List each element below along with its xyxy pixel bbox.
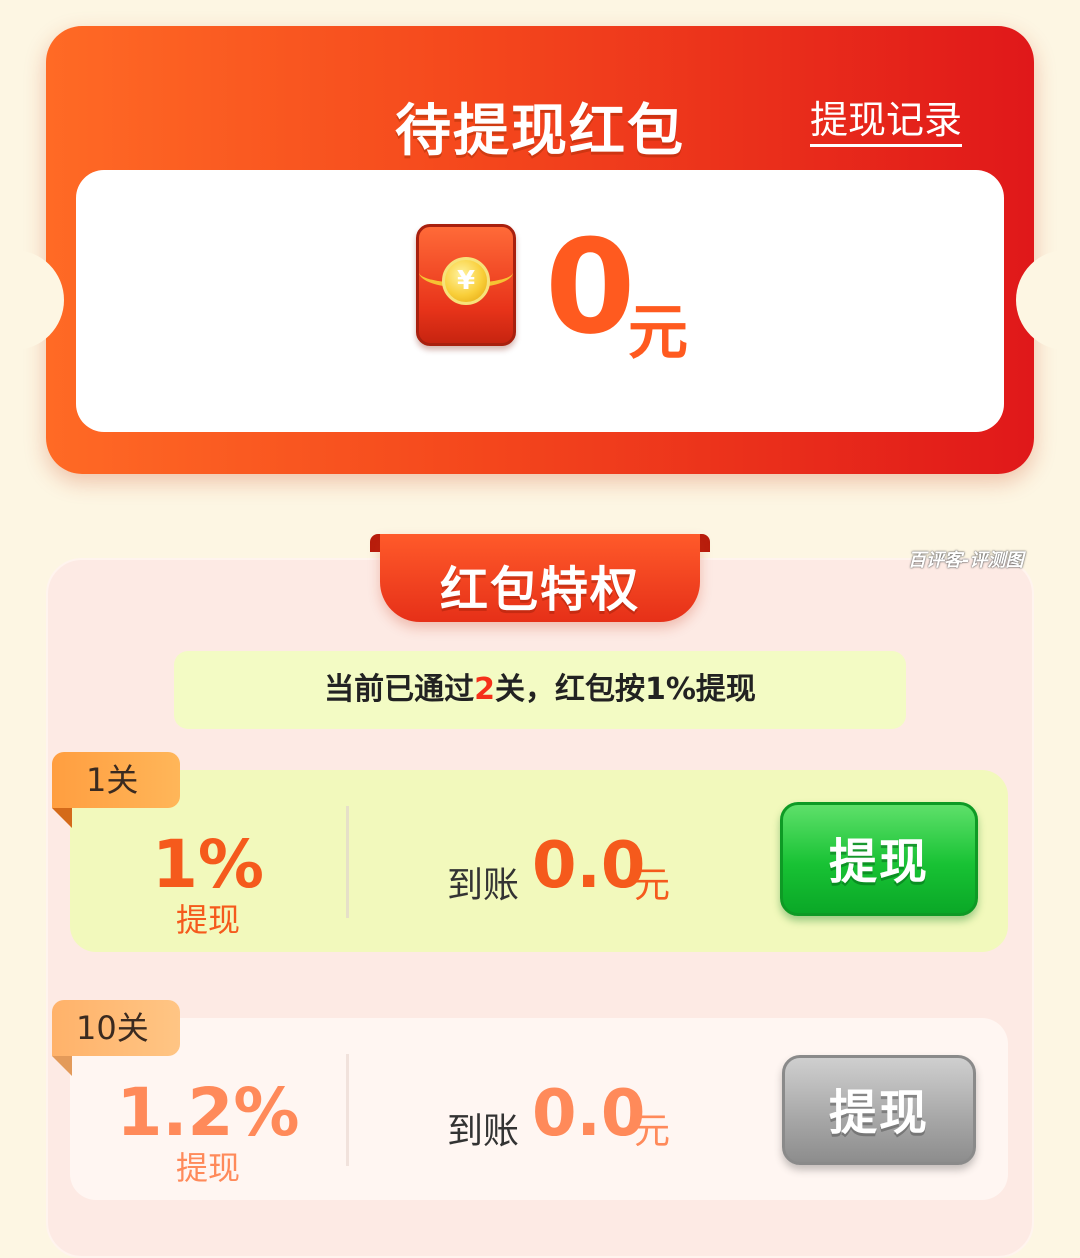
level-10-arrive-value: 0.0 — [532, 1077, 646, 1151]
yuan-coin-icon: ¥ — [442, 257, 490, 305]
privilege-title: 红包特权 — [439, 562, 640, 618]
balance-amount: 0 — [545, 211, 636, 363]
status-suffix: 关，红包按1%提现 — [494, 672, 756, 707]
level-1-percent: 1% — [151, 826, 265, 903]
level-tab-tail-10 — [52, 1056, 72, 1076]
status-level-count: 2 — [474, 672, 495, 707]
level-1-percent-label: 提现 — [175, 901, 240, 939]
level-tab-1: 1关 — [52, 752, 180, 808]
status-prefix: 当前已通过 — [324, 672, 475, 707]
red-packet-icon: ¥ — [416, 224, 516, 346]
level-10-percent: 1.2% — [116, 1074, 300, 1151]
level-10-percent-label: 提现 — [175, 1149, 240, 1187]
level-1-divider — [346, 806, 349, 918]
withdraw-button-level-1[interactable]: 提现 — [780, 802, 978, 916]
balance-ticket — [76, 170, 1004, 432]
level-tab-10: 10关 — [52, 1000, 180, 1056]
level-10-arrive-label: 到账 — [447, 1111, 520, 1152]
level-1-arrive-unit: 元 — [634, 865, 671, 906]
progress-status: 当前已通过2关，红包按1%提现 — [174, 651, 906, 729]
level-tab-tail-1 — [52, 808, 72, 828]
balance-unit: 元 — [628, 298, 688, 368]
withdraw-button-level-10[interactable]: 提现 — [782, 1055, 976, 1165]
privilege-ribbon: 红包特权 — [380, 534, 700, 622]
watermark-text: 百评客-评测图 — [908, 550, 1024, 571]
withdraw-record-link[interactable]: 提现记录 — [809, 99, 962, 147]
level-1-arrive-value: 0.0 — [532, 829, 646, 903]
level-1-arrive-label: 到账 — [447, 865, 520, 906]
level-10-arrive-unit: 元 — [634, 1111, 671, 1152]
level-10-divider — [346, 1054, 349, 1166]
